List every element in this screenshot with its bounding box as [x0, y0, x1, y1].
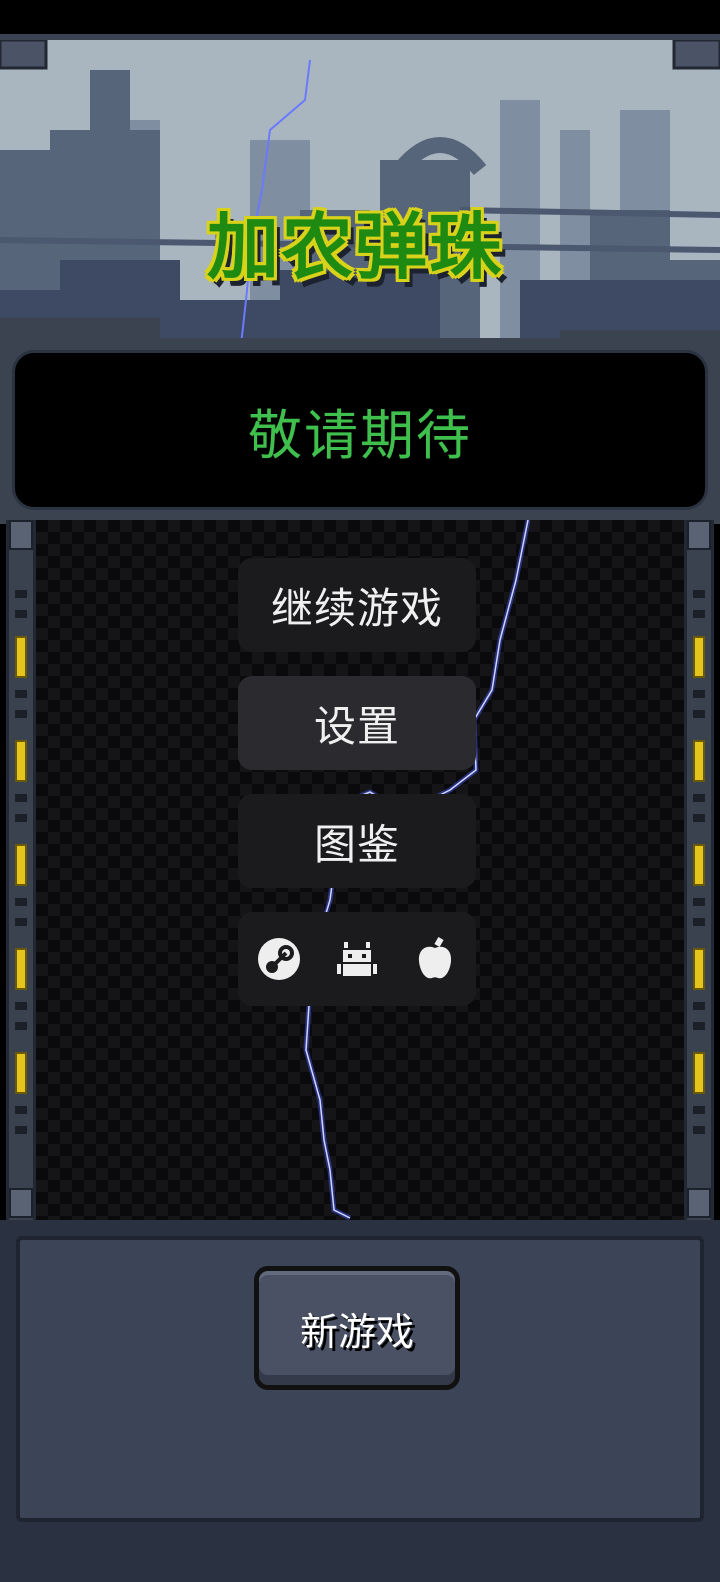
title-scene: 加农弹珠: [0, 34, 720, 348]
settings-button[interactable]: 设置: [238, 676, 476, 770]
platform-links: [238, 912, 476, 1006]
warning-stripe: [15, 1052, 27, 1094]
game-title-logo: 加农弹珠: [180, 190, 530, 290]
codex-label: 图鉴: [313, 819, 400, 869]
game-title: 加农弹珠: [206, 204, 503, 289]
rail-cap: [9, 520, 33, 550]
settings-label: 设置: [313, 701, 400, 751]
warning-stripe: [693, 948, 705, 990]
apple-icon[interactable]: [411, 935, 459, 983]
warning-stripe: [15, 844, 27, 886]
rail-cap: [687, 520, 711, 550]
banner-text: 敬请期待: [248, 403, 472, 467]
warning-stripe: [15, 740, 27, 782]
right-rail: [684, 520, 714, 1220]
warning-stripe: [15, 636, 27, 678]
codex-button[interactable]: 图鉴: [238, 794, 476, 888]
android-icon[interactable]: [333, 935, 381, 983]
rail-cap: [9, 1188, 33, 1218]
left-rail: [6, 520, 36, 1220]
warning-stripe: [693, 636, 705, 678]
continue-game-label: 继续游戏: [270, 583, 443, 633]
continue-game-button[interactable]: 继续游戏: [238, 558, 476, 652]
warning-stripe: [693, 740, 705, 782]
steam-icon[interactable]: [255, 935, 303, 983]
rail-cap: [687, 1188, 711, 1218]
warning-stripe: [693, 1052, 705, 1094]
warning-stripe: [693, 844, 705, 886]
new-game-label: 新游戏: [299, 1309, 414, 1354]
new-game-button[interactable]: 新游戏: [254, 1266, 460, 1390]
warning-stripe: [15, 948, 27, 990]
coming-soon-banner: 敬请期待: [12, 350, 708, 510]
